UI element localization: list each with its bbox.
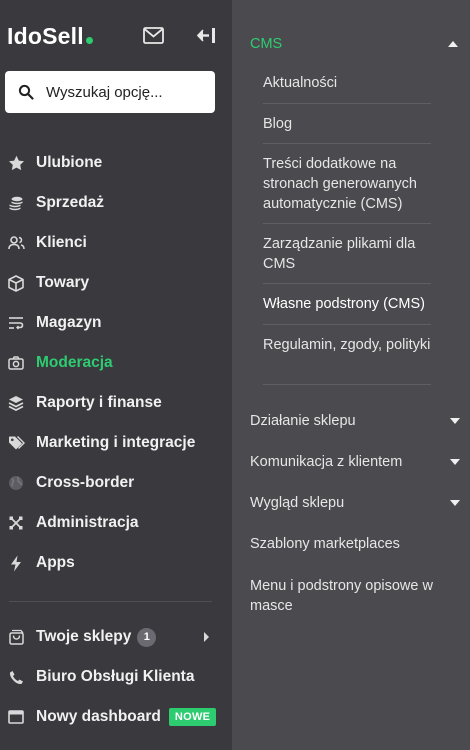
submenu-divider [263,283,431,284]
nav-label: Cross-border [36,474,135,491]
submenu-divider [263,384,431,385]
nav-item-klienci[interactable]: Klienci [0,223,232,263]
search-box[interactable] [5,71,215,113]
nav-item-cross-border[interactable]: Cross-border [0,463,232,503]
nav-label: Apps [36,554,75,571]
nav-item-marketing-i-integracje[interactable]: Marketing i integracje [0,423,232,463]
box-icon [7,274,25,292]
new-badge: NOWE [168,708,217,726]
warehouse-icon [7,314,25,332]
window-icon [7,708,25,726]
nav-item-nowy-dashboard[interactable]: Nowy dashboard NOWE [0,697,232,737]
search-icon [18,84,34,100]
globe-icon [7,474,25,492]
submenu-panel [232,0,470,750]
submenu-section-szablony-marketplaces[interactable]: Szablony marketplaces [250,534,460,554]
nav-item-magazyn[interactable]: Magazyn [0,303,232,343]
submenu-item-regulamin[interactable]: Regulamin, zgody, polityki [263,335,431,355]
nav-label: Magazyn [36,314,102,331]
caret-down-icon [450,418,460,424]
submenu-section-dzialanie-sklepu[interactable]: Działanie sklepu [250,411,460,431]
nav-label: Sprzedaż [36,194,105,211]
nav-item-towary[interactable]: Towary [0,263,232,303]
nav-item-ulubione[interactable]: Ulubione [0,143,232,183]
chevron-right-icon [204,632,209,642]
phone-icon [7,668,25,686]
nav-item-twoje-sklepy[interactable]: Twoje sklepy 1 [0,617,232,657]
coins-icon [7,194,25,212]
nav-label: Administracja [36,514,139,531]
sidebar-divider [9,601,212,602]
idosell-logo[interactable]: IdoSell [7,23,93,50]
shopping-bag-icon [7,628,25,646]
camera-icon [7,354,25,372]
collapse-sidebar-icon[interactable] [197,27,216,44]
submenu-item-aktualnosci[interactable]: Aktualności [263,73,431,93]
nav-label: Biuro Obsługi Klienta [36,668,195,685]
nav-label: Klienci [36,234,87,251]
users-icon [7,234,25,252]
nav-item-biuro-obslugi-klienta[interactable]: Biuro Obsługi Klienta [0,657,232,697]
submenu-item-wlasne-podstrony[interactable]: Własne podstrony (CMS) [263,294,431,314]
tools-icon [7,514,25,532]
nav-label: Nowy dashboard [36,708,161,725]
nav-item-moderacja[interactable]: Moderacja [0,343,232,383]
bolt-icon [7,554,25,572]
nav-label: Twoje sklepy [36,628,132,645]
submenu-item-tresci-dodatkowe[interactable]: Treści dodatkowe na stronach generowanyc… [263,154,431,214]
star-icon [7,154,25,172]
tags-icon [7,434,25,452]
nav-item-sprzedaz[interactable]: Sprzedaż [0,183,232,223]
nav-label: Towary [36,274,90,291]
logo-dot [85,37,93,44]
layers-icon [7,394,25,412]
submenu-divider [263,103,431,104]
nav-label: Moderacja [36,354,113,371]
submenu-header-cms[interactable]: CMS [250,35,470,53]
caret-down-icon [450,459,460,465]
nav-label: Raporty i finanse [36,394,162,411]
nav-label: Ulubione [36,154,103,171]
nav-item-administracja[interactable]: Administracja [0,503,232,543]
nav-item-raporty-i-finanse[interactable]: Raporty i finanse [0,383,232,423]
logo-text: IdoSell [7,23,84,49]
caret-down-icon [450,500,460,506]
submenu-item-zarzadzanie-plikami[interactable]: Zarządzanie plikami dla CMS [263,234,431,274]
nav-label: Marketing i integracje [36,434,196,451]
submenu-section-wyglad-sklepu[interactable]: Wygląd sklepu [250,493,460,513]
submenu-divider [263,143,431,144]
search-input[interactable] [46,83,206,101]
submenu-divider [263,223,431,224]
caret-up-icon [448,41,458,47]
submenu-section-menu-i-podstrony[interactable]: Menu i podstrony opisowe w masce [250,576,460,616]
submenu-item-blog[interactable]: Blog [263,114,431,134]
nav-item-apps[interactable]: Apps [0,543,232,583]
submenu-header-label: CMS [250,36,283,52]
submenu-section-komunikacja[interactable]: Komunikacja z klientem [250,452,460,472]
stores-count-badge: 1 [137,627,157,647]
mail-icon[interactable] [143,27,164,44]
submenu-divider [263,324,431,325]
